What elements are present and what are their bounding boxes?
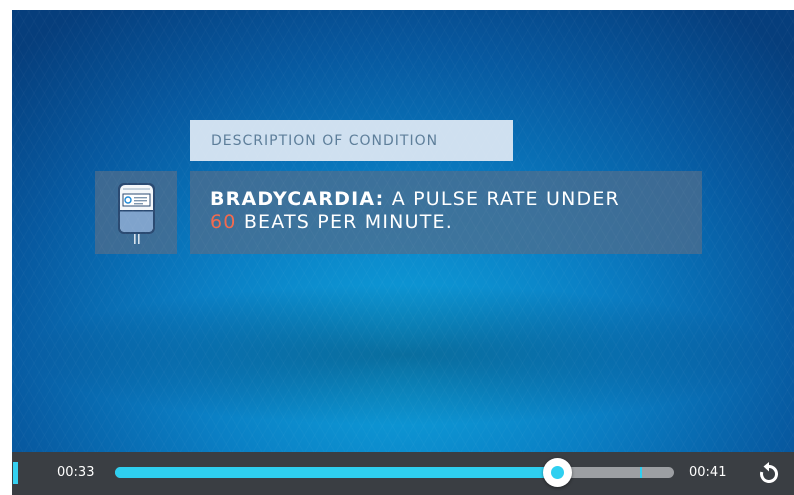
total-time: 00:41	[689, 465, 727, 480]
playback-controls: 00:33 00:41	[12, 452, 794, 495]
definition-line-1: BRADYCARDIA: A PULSE RATE UNDER	[210, 188, 682, 211]
video-stage[interactable]: DESCRIPTION OF CONDITION BRADYCARDIA: A …	[12, 10, 794, 452]
definition-text-2: BEATS PER MINUTE.	[236, 211, 453, 233]
seek-bar-marker	[640, 467, 643, 478]
seek-bar-progress	[115, 467, 557, 478]
seek-bar[interactable]	[115, 458, 674, 487]
condition-icon-box	[95, 171, 177, 254]
play-pause-button[interactable]	[12, 452, 34, 495]
section-label: DESCRIPTION OF CONDITION	[211, 132, 439, 149]
section-label-tab: DESCRIPTION OF CONDITION	[190, 120, 513, 161]
definition-box: BRADYCARDIA: A PULSE RATE UNDER 60 BEATS…	[190, 171, 702, 254]
iv-bag-icon	[118, 183, 155, 244]
play-pause-icon	[13, 462, 18, 484]
replay-icon	[760, 462, 778, 483]
definition-line-2: 60 BEATS PER MINUTE.	[210, 211, 682, 234]
seek-handle[interactable]	[542, 458, 572, 487]
definition-text-1: A PULSE RATE UNDER	[384, 188, 620, 210]
condition-term: BRADYCARDIA:	[210, 188, 385, 210]
current-time: 00:33	[57, 465, 95, 480]
threshold-number: 60	[210, 211, 237, 233]
video-player: DESCRIPTION OF CONDITION BRADYCARDIA: A …	[0, 0, 794, 495]
replay-button[interactable]	[756, 461, 782, 487]
